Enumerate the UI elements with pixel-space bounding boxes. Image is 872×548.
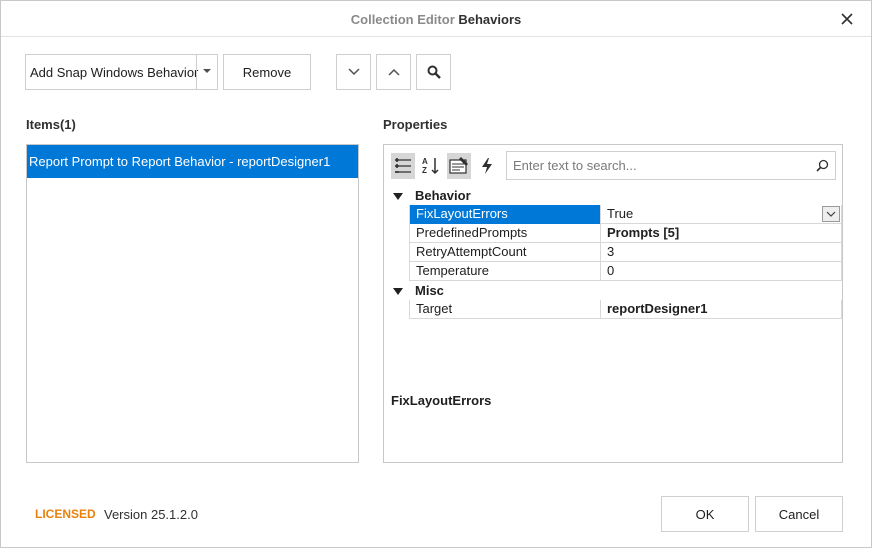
ok-label: OK bbox=[695, 506, 715, 522]
property-row[interactable]: Target reportDesigner1 bbox=[409, 300, 842, 319]
search-button[interactable] bbox=[416, 54, 451, 90]
events-view-button[interactable] bbox=[475, 153, 499, 179]
collapse-triangle-icon[interactable] bbox=[393, 193, 403, 200]
property-search-box[interactable] bbox=[506, 151, 836, 180]
category-label: Misc bbox=[415, 283, 444, 298]
property-name[interactable]: FixLayoutErrors bbox=[409, 205, 601, 224]
property-search-input[interactable] bbox=[507, 152, 807, 179]
property-description-title: FixLayoutErrors bbox=[391, 393, 492, 408]
title-main: Behaviors bbox=[458, 12, 522, 27]
property-grid: A Z Behavior bbox=[383, 144, 843, 463]
property-value[interactable]: reportDesigner1 bbox=[601, 300, 842, 319]
property-name[interactable]: Target bbox=[409, 300, 601, 319]
close-icon bbox=[841, 13, 853, 25]
category-misc[interactable]: Misc bbox=[384, 282, 842, 300]
property-value[interactable]: Prompts [5] bbox=[601, 224, 842, 243]
property-value-text: True bbox=[607, 206, 634, 221]
list-item[interactable]: Report Prompt to Report Behavior - repor… bbox=[27, 145, 358, 178]
licensed-badge: LICENSED bbox=[35, 507, 96, 521]
title-prefix: Collection Editor bbox=[350, 12, 455, 27]
add-behavior-dropdown[interactable]: Add Snap Windows Behavior bbox=[25, 54, 218, 90]
events-icon bbox=[482, 158, 492, 174]
chevron-down-icon bbox=[347, 68, 360, 76]
properties-view-button[interactable] bbox=[447, 153, 471, 179]
collapse-triangle-icon[interactable] bbox=[393, 288, 403, 295]
property-value[interactable]: True bbox=[601, 205, 842, 224]
property-value[interactable]: 3 bbox=[601, 243, 842, 262]
properties-header: Properties bbox=[383, 117, 448, 132]
value-dropdown-button[interactable] bbox=[822, 206, 840, 222]
move-up-button[interactable] bbox=[376, 54, 411, 90]
property-row[interactable]: Temperature 0 bbox=[409, 262, 842, 281]
alphabetical-view-button[interactable]: A Z bbox=[419, 153, 443, 179]
category-label: Behavior bbox=[415, 188, 471, 203]
property-row[interactable]: RetryAttemptCount 3 bbox=[409, 243, 842, 262]
ok-button[interactable]: OK bbox=[661, 496, 749, 532]
dropdown-arrow-icon[interactable] bbox=[203, 69, 211, 73]
property-value[interactable]: 0 bbox=[601, 262, 842, 281]
close-button[interactable] bbox=[837, 9, 857, 29]
property-name[interactable]: Temperature bbox=[409, 262, 601, 281]
categorized-icon bbox=[395, 158, 411, 173]
version-label: Version 25.1.2.0 bbox=[104, 507, 198, 522]
property-row[interactable]: PredefinedPrompts Prompts [5] bbox=[409, 224, 842, 243]
title-bar: Collection Editor Behaviors bbox=[1, 1, 871, 37]
items-header: Items(1) bbox=[26, 117, 76, 132]
remove-label: Remove bbox=[242, 64, 292, 80]
chevron-up-icon bbox=[387, 68, 400, 76]
category-behavior[interactable]: Behavior bbox=[384, 187, 842, 205]
add-behavior-label: Add Snap Windows Behavior bbox=[30, 64, 199, 80]
alphabetical-sort-icon: A Z bbox=[422, 157, 439, 175]
collection-editor-window: Collection Editor Behaviors Add Snap Win… bbox=[0, 0, 872, 548]
remove-button[interactable]: Remove bbox=[223, 54, 311, 90]
move-down-button[interactable] bbox=[336, 54, 371, 90]
categorized-view-button[interactable] bbox=[391, 153, 415, 179]
properties-icon bbox=[449, 157, 468, 174]
window-title: Collection Editor Behaviors bbox=[1, 12, 871, 27]
svg-text:A: A bbox=[422, 157, 428, 166]
dropdown-divider bbox=[196, 55, 197, 89]
chevron-down-icon bbox=[826, 211, 836, 217]
search-icon bbox=[816, 159, 829, 172]
cancel-label: Cancel bbox=[778, 506, 820, 522]
items-list[interactable]: Report Prompt to Report Behavior - repor… bbox=[26, 144, 359, 463]
property-name[interactable]: PredefinedPrompts bbox=[409, 224, 601, 243]
property-row[interactable]: FixLayoutErrors True bbox=[409, 205, 842, 224]
property-name[interactable]: RetryAttemptCount bbox=[409, 243, 601, 262]
svg-text:Z: Z bbox=[422, 166, 427, 175]
search-icon bbox=[427, 65, 441, 79]
cancel-button[interactable]: Cancel bbox=[755, 496, 843, 532]
